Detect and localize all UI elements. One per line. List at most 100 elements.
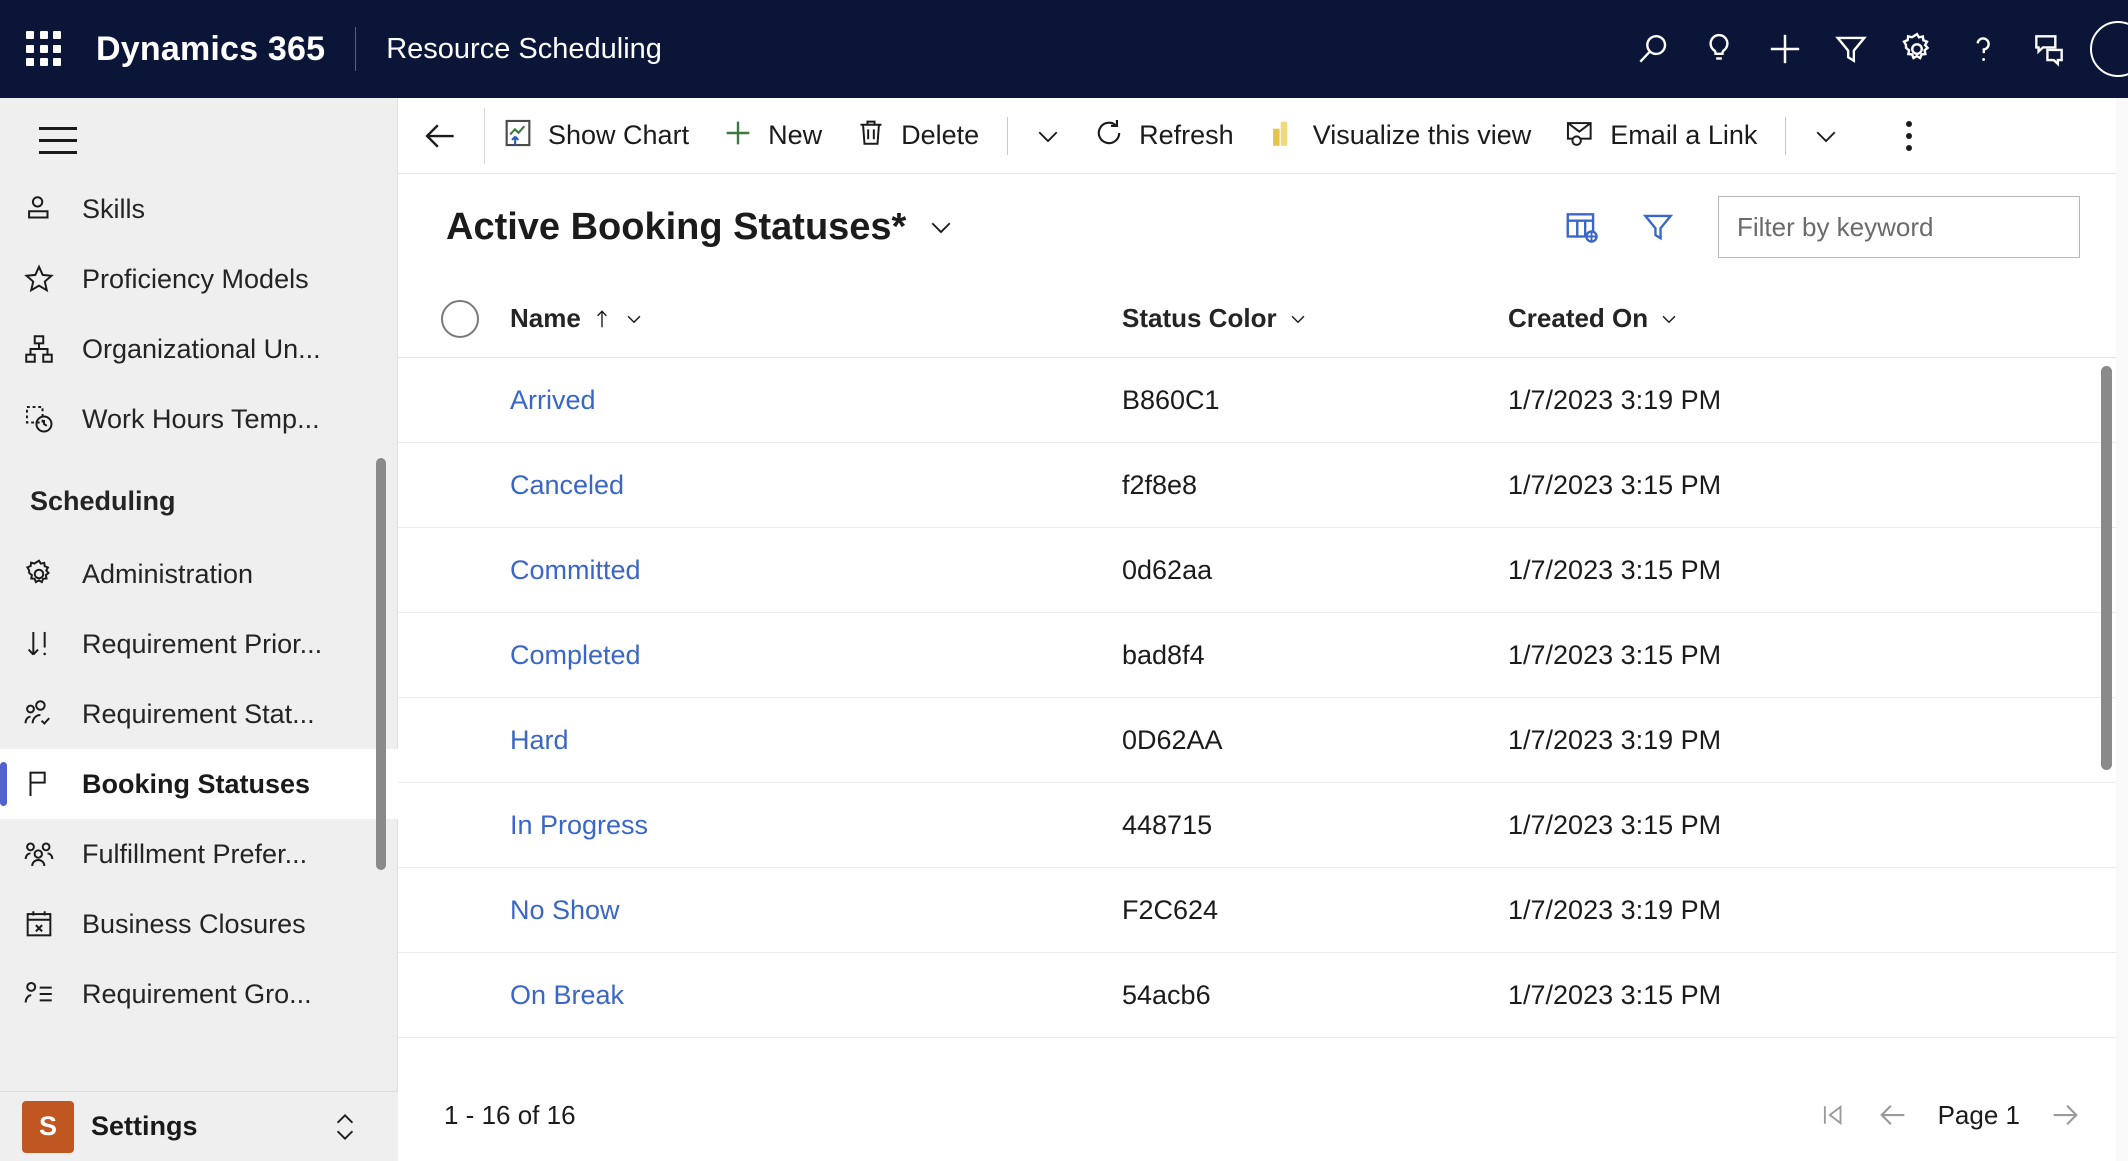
sidebar-item-skills[interactable]: Skills (0, 174, 398, 244)
gear-icon[interactable] (1884, 0, 1950, 98)
table-row[interactable]: Hard 0D62AA 1/7/2023 3:19 PM (398, 698, 2128, 783)
table-row[interactable]: Canceled f2f8e8 1/7/2023 3:15 PM (398, 443, 2128, 528)
row-status-color: 54acb6 (1122, 979, 1211, 1010)
powerbi-icon (1266, 116, 1300, 155)
delete-overflow-caret-icon[interactable] (1020, 98, 1076, 174)
row-created-on: 1/7/2023 3:19 PM (1508, 724, 1722, 755)
table-row[interactable]: Arrived B860C1 1/7/2023 3:19 PM (398, 358, 2128, 443)
org-chart-icon (22, 332, 74, 366)
settings-area-switcher[interactable]: S Settings (0, 1091, 398, 1161)
sidebar-scrollbar[interactable] (376, 458, 386, 870)
column-menu-chevron-down-icon[interactable] (1658, 308, 1680, 330)
row-name-link[interactable]: In Progress (510, 810, 648, 840)
lightbulb-icon[interactable] (1686, 0, 1752, 98)
settings-badge: S (22, 1100, 74, 1153)
view-selector-chevron-down-icon[interactable] (926, 212, 956, 242)
sidebar-item-requirement-groups[interactable]: Requirement Gro... (0, 959, 398, 1029)
plus-icon (721, 116, 755, 155)
row-created-on: 1/7/2023 3:19 PM (1508, 384, 1722, 415)
gear-icon (22, 557, 74, 591)
sidebar-item-label: Requirement Gro... (82, 978, 312, 1009)
command-separator-2 (1785, 116, 1787, 155)
visualize-this-view-button[interactable]: Visualize this view (1250, 98, 1548, 174)
sidebar-item-business-closures[interactable]: Business Closures (0, 889, 398, 959)
trash-icon (854, 116, 888, 155)
search-input-wrapper[interactable] (1718, 196, 2080, 258)
sidebar-item-administration[interactable]: Administration (0, 539, 398, 609)
row-name-link[interactable]: Hard (510, 725, 569, 755)
column-header-name[interactable]: Name (510, 303, 1122, 334)
sidebar-item-work-hours-templates[interactable]: Work Hours Temp... (0, 384, 398, 454)
plus-icon[interactable] (1752, 0, 1818, 98)
app-launcher-waffle-icon[interactable] (22, 27, 66, 71)
first-page-icon[interactable] (1818, 1100, 1848, 1130)
column-menu-chevron-down-icon[interactable] (623, 308, 645, 330)
edit-columns-icon[interactable] (1544, 194, 1620, 260)
column-menu-chevron-down-icon[interactable] (1287, 308, 1309, 330)
show-chart-label: Show Chart (548, 120, 690, 150)
grid-footer: 1 - 16 of 16 Page 1 (398, 1068, 2128, 1161)
delete-label: Delete (901, 120, 980, 150)
column-header-created-on[interactable]: Created On (1508, 303, 2128, 334)
edit-filters-icon[interactable] (1620, 194, 1696, 260)
row-name-link[interactable]: Committed (510, 555, 641, 585)
select-all-cell[interactable] (410, 299, 510, 338)
calendar-x-icon (22, 907, 74, 941)
more-commands-icon[interactable] (1878, 98, 1940, 174)
help-icon[interactable] (1950, 0, 2016, 98)
feedback-icon[interactable] (2016, 0, 2082, 98)
row-name-link[interactable]: On Break (510, 980, 624, 1010)
search-input[interactable] (1737, 211, 2061, 243)
table-row[interactable]: On Break 54acb6 1/7/2023 3:15 PM (398, 953, 2128, 1038)
grid-vertical-scrollbar[interactable] (2101, 366, 2112, 770)
hamburger-menu-icon[interactable] (18, 98, 98, 174)
row-name-link[interactable]: Arrived (510, 385, 596, 415)
brand-title: Dynamics 365 (96, 29, 326, 68)
row-name-link[interactable]: Completed (510, 640, 641, 670)
table-row[interactable]: Completed bad8f4 1/7/2023 3:15 PM (398, 613, 2128, 698)
chevron-up-down-icon[interactable] (332, 1110, 358, 1144)
row-name-link[interactable]: No Show (510, 895, 620, 925)
view-header-actions (1544, 194, 2080, 260)
next-page-icon[interactable] (2048, 1098, 2082, 1132)
sidebar-item-organizational-units[interactable]: Organizational Un... (0, 314, 398, 384)
sidebar-item-booking-statuses[interactable]: Booking Statuses (0, 749, 398, 819)
user-avatar[interactable] (2082, 0, 2128, 98)
table-row[interactable]: No Show F2C624 1/7/2023 3:19 PM (398, 868, 2128, 953)
star-icon (22, 262, 74, 296)
select-all-checkbox[interactable] (441, 299, 479, 338)
sidebar-item-proficiency-models[interactable]: Proficiency Models (0, 244, 398, 314)
row-name-link[interactable]: Canceled (510, 470, 624, 500)
brand-divider (355, 27, 357, 71)
refresh-button[interactable]: Refresh (1076, 98, 1250, 174)
sidebar-item-fulfillment-preferences[interactable]: Fulfillment Prefer... (0, 819, 398, 889)
table-row[interactable]: In Progress 448715 1/7/2023 3:15 PM (398, 783, 2128, 868)
column-header-created-on-label: Created On (1508, 303, 1649, 333)
grid-body: Arrived B860C1 1/7/2023 3:19 PM Canceled… (398, 358, 2128, 1052)
column-header-name-label: Name (510, 303, 581, 333)
row-status-color: F2C624 (1122, 894, 1219, 925)
email-link-icon (1563, 116, 1597, 155)
email-a-link-button[interactable]: Email a Link (1547, 98, 1773, 174)
column-header-status-color-label: Status Color (1122, 303, 1277, 333)
new-button[interactable]: New (705, 98, 838, 174)
email-overflow-caret-icon[interactable] (1798, 98, 1854, 174)
sidebar-item-label: Fulfillment Prefer... (82, 838, 308, 869)
column-header-status-color[interactable]: Status Color (1122, 303, 1508, 334)
sidebar-item-label: Work Hours Temp... (82, 403, 320, 434)
delete-button[interactable]: Delete (838, 98, 995, 174)
sidebar-item-requirement-priorities[interactable]: Requirement Prior... (0, 609, 398, 679)
back-button[interactable] (398, 98, 484, 174)
search-icon[interactable] (1620, 0, 1686, 98)
show-chart-button[interactable]: Show Chart (485, 98, 705, 174)
sidebar-item-requirement-status[interactable]: Requirement Stat... (0, 679, 398, 749)
previous-page-icon[interactable] (1876, 1098, 1910, 1132)
flag-icon (22, 767, 74, 801)
filter-icon[interactable] (1818, 0, 1884, 98)
page-label: Page 1 (1937, 1099, 2020, 1130)
view-title: Active Booking Statuses* (446, 205, 907, 248)
sidebar-item-label: Requirement Prior... (82, 628, 323, 659)
app-name: Resource Scheduling (386, 32, 662, 65)
table-row[interactable]: Committed 0d62aa 1/7/2023 3:15 PM (398, 528, 2128, 613)
avatar[interactable] (2090, 21, 2128, 77)
